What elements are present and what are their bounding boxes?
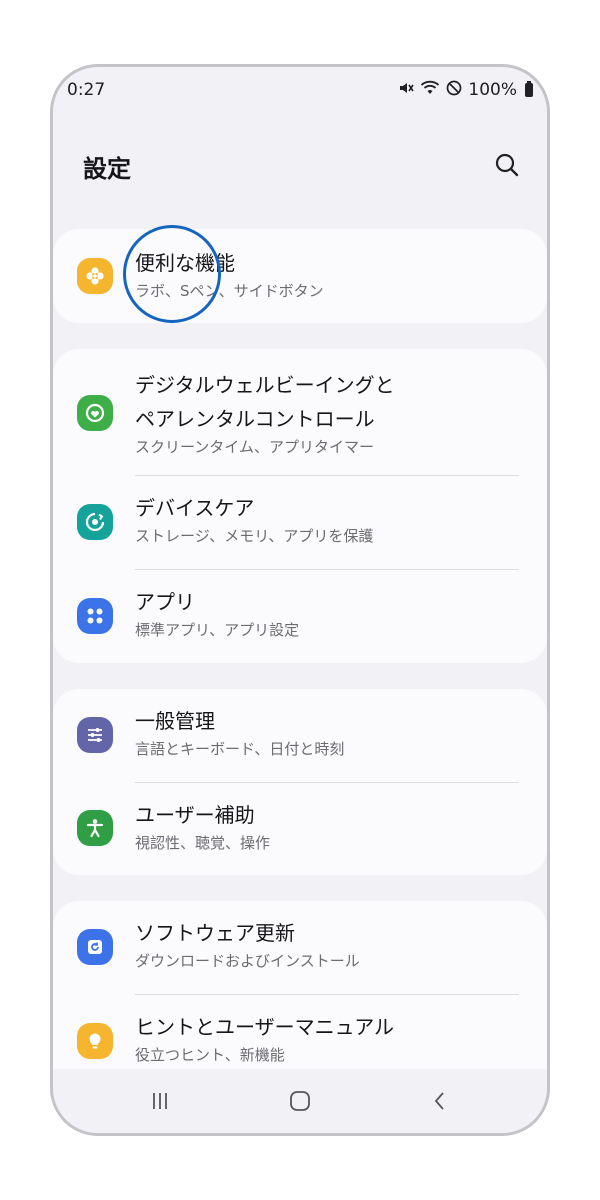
settings-card-1: 便利な機能 ラボ、Sペン、サイドボタン bbox=[53, 229, 547, 323]
phone-frame: 0:27 100% 設定 便利な機能 ラボ、Sペン、サイドボタン デジタルウェル… bbox=[50, 64, 550, 1136]
home-icon bbox=[290, 1091, 310, 1111]
sliders-icon bbox=[77, 717, 113, 753]
search-button[interactable] bbox=[493, 151, 521, 179]
advanced-features-icon bbox=[77, 258, 113, 294]
status-bar: 0:27 100% bbox=[67, 77, 533, 103]
search-icon bbox=[495, 153, 519, 177]
settings-item-general-management[interactable]: 一般管理 言語とキーボード、日付と時刻 bbox=[53, 689, 547, 782]
lightbulb-icon bbox=[77, 1023, 113, 1059]
software-update-icon bbox=[77, 929, 113, 965]
settings-card-2: デジタルウェルビーイングと ペアレンタルコントロール スクリーンタイム、アプリタ… bbox=[53, 349, 547, 663]
recents-icon bbox=[153, 1093, 167, 1109]
accessibility-icon bbox=[77, 810, 113, 846]
settings-item-device-care[interactable]: デバイスケア ストレージ、メモリ、アプリを保護 bbox=[53, 476, 547, 569]
battery-icon bbox=[525, 81, 533, 97]
status-time: 0:27 bbox=[67, 80, 106, 100]
mute-icon bbox=[398, 80, 415, 101]
settings-item-apps[interactable]: アプリ 標準アプリ、アプリ設定 bbox=[53, 570, 547, 663]
recents-button[interactable] bbox=[144, 1085, 176, 1117]
settings-item-digital-wellbeing[interactable]: デジタルウェルビーイングと ペアレンタルコントロール スクリーンタイム、アプリタ… bbox=[53, 349, 547, 475]
battery-percent: 100% bbox=[468, 80, 517, 100]
wifi-icon bbox=[420, 80, 440, 101]
back-button[interactable] bbox=[424, 1085, 456, 1117]
navigation-bar bbox=[53, 1069, 547, 1133]
settings-card-3: 一般管理 言語とキーボード、日付と時刻 ユーザー補助 視認性、聴覚、操作 bbox=[53, 689, 547, 875]
back-icon bbox=[434, 1092, 444, 1110]
apps-icon bbox=[77, 598, 113, 634]
settings-item-advanced-features[interactable]: 便利な機能 ラボ、Sペン、サイドボタン bbox=[53, 229, 547, 323]
settings-item-accessibility[interactable]: ユーザー補助 視認性、聴覚、操作 bbox=[53, 783, 547, 875]
home-button[interactable] bbox=[284, 1085, 316, 1117]
device-care-icon bbox=[77, 504, 113, 540]
page-title: 設定 bbox=[83, 155, 131, 183]
wellbeing-icon bbox=[77, 395, 113, 431]
settings-item-software-update[interactable]: ソフトウェア更新 ダウンロードおよびインストール bbox=[53, 901, 547, 994]
do-not-disturb-icon bbox=[446, 80, 462, 101]
